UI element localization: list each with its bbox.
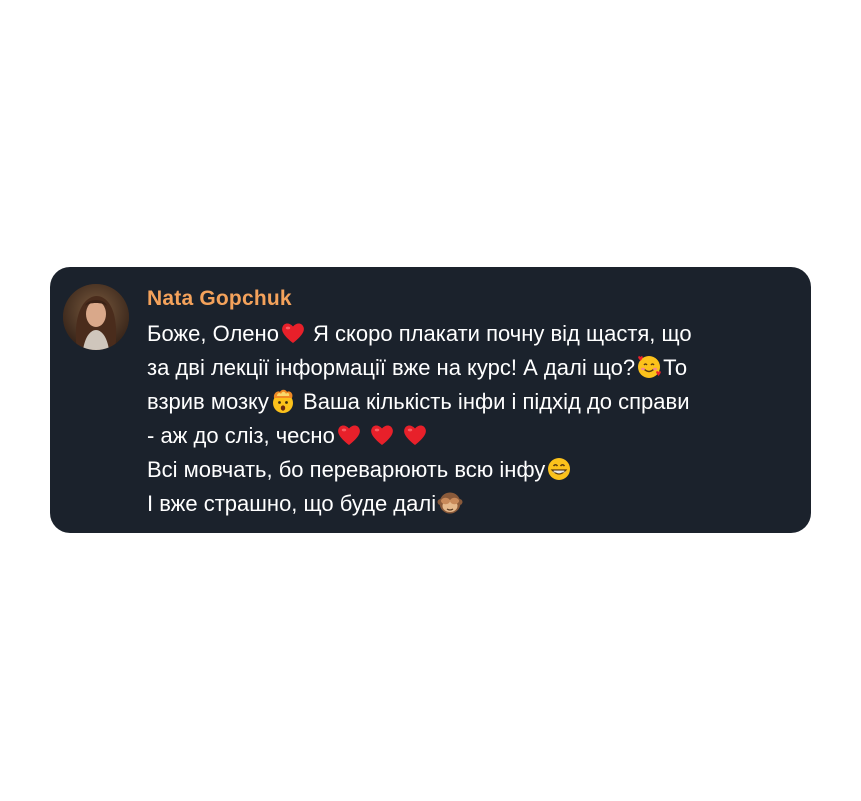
text-segment: То (663, 355, 688, 380)
page-canvas: Nata Gopchuk Боже, Олено Я скоро плакати… (0, 0, 861, 801)
comment-card: Nata Gopchuk Боже, Олено Я скоро плакати… (50, 267, 811, 533)
text-segment: Боже, Олено (147, 321, 279, 346)
red-heart-icon (369, 422, 395, 448)
grinning-face-icon (546, 456, 572, 482)
avatar[interactable] (63, 284, 129, 350)
red-heart-icon (280, 320, 306, 346)
comment-text: Боже, Олено Я скоро плакати почну від ща… (147, 317, 787, 521)
comment-line: за дві лекції інформації вже на курс! А … (147, 351, 787, 385)
comment-line: Всі мовчать, бо переварюють всю інфу (147, 453, 787, 487)
text-segment: Всі мовчать, бо переварюють всю інфу (147, 457, 546, 482)
text-segment: Я скоро плакати почну від щастя, що (306, 321, 692, 346)
see-no-evil-monkey-icon (437, 490, 463, 516)
comment-content: Nata Gopchuk Боже, Олено Я скоро плакати… (147, 285, 787, 521)
author-name[interactable]: Nata Gopchuk (147, 285, 787, 313)
exploding-head-icon (270, 388, 296, 414)
comment-line: - аж до сліз, чесно (147, 419, 787, 453)
comment-line: взрив мозку Ваша кількість інфи і підхід… (147, 385, 787, 419)
text-segment: - аж до сліз, чесно (147, 423, 335, 448)
text-segment: взрив мозку (147, 389, 269, 414)
text-segment: за дві лекції інформації вже на курс! А … (147, 355, 636, 380)
text-segment: Ваша кількість інфи і підхід до справи (296, 389, 690, 414)
comment-line: Боже, Олено Я скоро плакати почну від ща… (147, 317, 787, 351)
text-segment: І вже страшно, що буде далі (147, 491, 437, 516)
smiling-face-with-hearts-icon (636, 354, 662, 380)
comment-line: І вже страшно, що буде далі (147, 487, 787, 521)
red-heart-icon (336, 422, 362, 448)
red-heart-icon (402, 422, 428, 448)
